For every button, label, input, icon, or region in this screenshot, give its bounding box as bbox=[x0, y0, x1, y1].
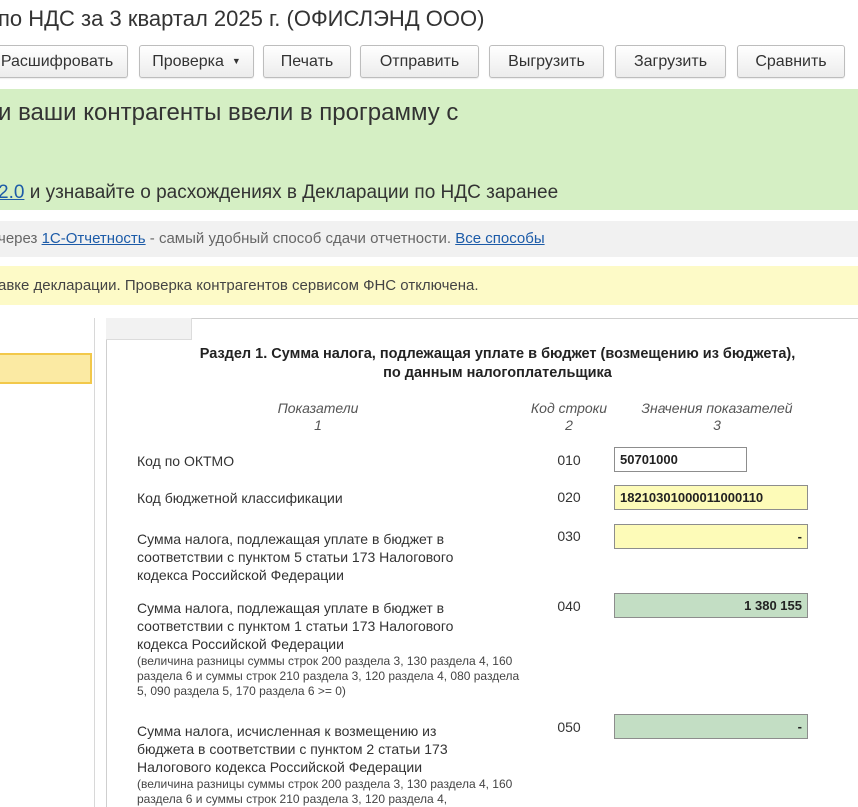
oktmo-field[interactable]: 50701000 bbox=[614, 447, 747, 472]
compare-button[interactable]: Сравнить bbox=[737, 45, 845, 78]
link-all-methods[interactable]: Все способы bbox=[455, 230, 544, 247]
form-tab-stub[interactable] bbox=[106, 318, 192, 340]
decode-button[interactable]: Расшифровать bbox=[0, 45, 128, 78]
banner-green-line2: 2.0 и узнавайте о расхождениях в Деклара… bbox=[0, 182, 558, 204]
export-button[interactable]: Выгрузить bbox=[489, 45, 604, 78]
row-code-050: 050 bbox=[557, 719, 581, 735]
row-label-030: Сумма налога, подлежащая уплате в бюджет… bbox=[137, 531, 454, 583]
info-banner-gray: через 1С-Отчетность - самый удобный спос… bbox=[0, 221, 858, 257]
export-button-label: Выгрузить bbox=[508, 53, 585, 70]
print-button[interactable]: Печать bbox=[263, 45, 351, 78]
tax-payable-p1-field[interactable]: 1 380 155 bbox=[614, 593, 808, 618]
column-header-code-number: 2 bbox=[565, 417, 573, 433]
row-note-040: (величина разницы суммы строк 200 раздел… bbox=[137, 654, 520, 698]
banner-gray-prefix: через bbox=[0, 230, 42, 247]
row-label-010: Код по ОКТМО bbox=[137, 453, 235, 469]
banner-yellow-text: авке декларации. Проверка контрагентов с… bbox=[0, 277, 479, 294]
row-code-040: 040 bbox=[557, 598, 581, 614]
column-header-indicators-number: 1 bbox=[314, 417, 322, 433]
column-header-values: Значения показателей 3 bbox=[627, 400, 807, 434]
link-1c-reporting[interactable]: 1С-Отчетность bbox=[42, 230, 146, 247]
load-button-label: Загрузить bbox=[633, 53, 708, 70]
decode-button-label: Расшифровать bbox=[0, 53, 114, 70]
check-dropdown-button[interactable]: Проверка ▼ bbox=[139, 45, 254, 78]
info-banner-green: и ваши контрагенты ввели в программу с 2… bbox=[0, 89, 858, 210]
column-header-code: Код строки 2 bbox=[519, 400, 619, 434]
column-header-values-label: Значения показателей bbox=[641, 400, 793, 416]
column-header-values-number: 3 bbox=[713, 417, 721, 433]
section-title-line1: Раздел 1. Сумма налога, подлежащая уплат… bbox=[199, 346, 796, 362]
window-title: по НДС за 3 квартал 2025 г. (ОФИСЛЭНД ОО… bbox=[0, 6, 485, 31]
banner-green-line1: и ваши контрагенты ввели в программу с bbox=[0, 99, 459, 126]
row-code-020: 020 bbox=[557, 489, 581, 505]
print-button-label: Печать bbox=[280, 53, 334, 70]
send-button-label: Отправить bbox=[379, 53, 460, 70]
warning-banner-yellow: авке декларации. Проверка контрагентов с… bbox=[0, 266, 858, 305]
row-note-050: (величина разницы суммы строк 200 раздел… bbox=[137, 777, 513, 806]
row-label-050-text: Сумма налога, исчисленная к возмещению и… bbox=[137, 723, 448, 775]
banner-gray-middle: - самый удобный способ сдачи отчетности. bbox=[145, 230, 456, 247]
check-button-label: Проверка bbox=[152, 53, 224, 70]
tax-refund-field[interactable]: - bbox=[614, 714, 808, 739]
column-header-indicators-label: Показатели bbox=[277, 400, 359, 416]
banner-gray-text: через 1С-Отчетность - самый удобный спос… bbox=[0, 230, 545, 247]
send-button[interactable]: Отправить bbox=[360, 45, 479, 78]
tax-payable-p5-field[interactable]: - bbox=[614, 524, 808, 549]
row-label-020: Код бюджетной классификации bbox=[137, 490, 343, 506]
row-label-040: Сумма налога, подлежащая уплате в бюджет… bbox=[137, 599, 522, 699]
kbk-field[interactable]: 18210301000011000110 bbox=[614, 485, 808, 510]
column-header-indicators: Показатели 1 bbox=[238, 400, 398, 434]
section-title: Раздел 1. Сумма налога, подлежащая уплат… bbox=[140, 345, 855, 383]
row-code-010: 010 bbox=[557, 452, 581, 468]
banner-green-line2-text: и узнавайте о расхождениях в Декларации … bbox=[24, 182, 559, 203]
banner-green-link[interactable]: 2.0 bbox=[0, 182, 24, 203]
section-tree-selected-item[interactable] bbox=[0, 353, 92, 384]
row-label-040-text: Сумма налога, подлежащая уплате в бюджет… bbox=[137, 600, 454, 652]
row-label-050: Сумма налога, исчисленная к возмещению и… bbox=[137, 722, 522, 807]
column-header-code-label: Код строки bbox=[530, 400, 608, 416]
chevron-down-icon: ▼ bbox=[231, 56, 241, 66]
row-code-030: 030 bbox=[557, 528, 581, 544]
section-title-line2: по данным налогоплательщика bbox=[383, 365, 612, 381]
section-tree-panel bbox=[0, 318, 95, 807]
compare-button-label: Сравнить bbox=[755, 53, 827, 70]
load-button[interactable]: Загрузить bbox=[615, 45, 726, 78]
